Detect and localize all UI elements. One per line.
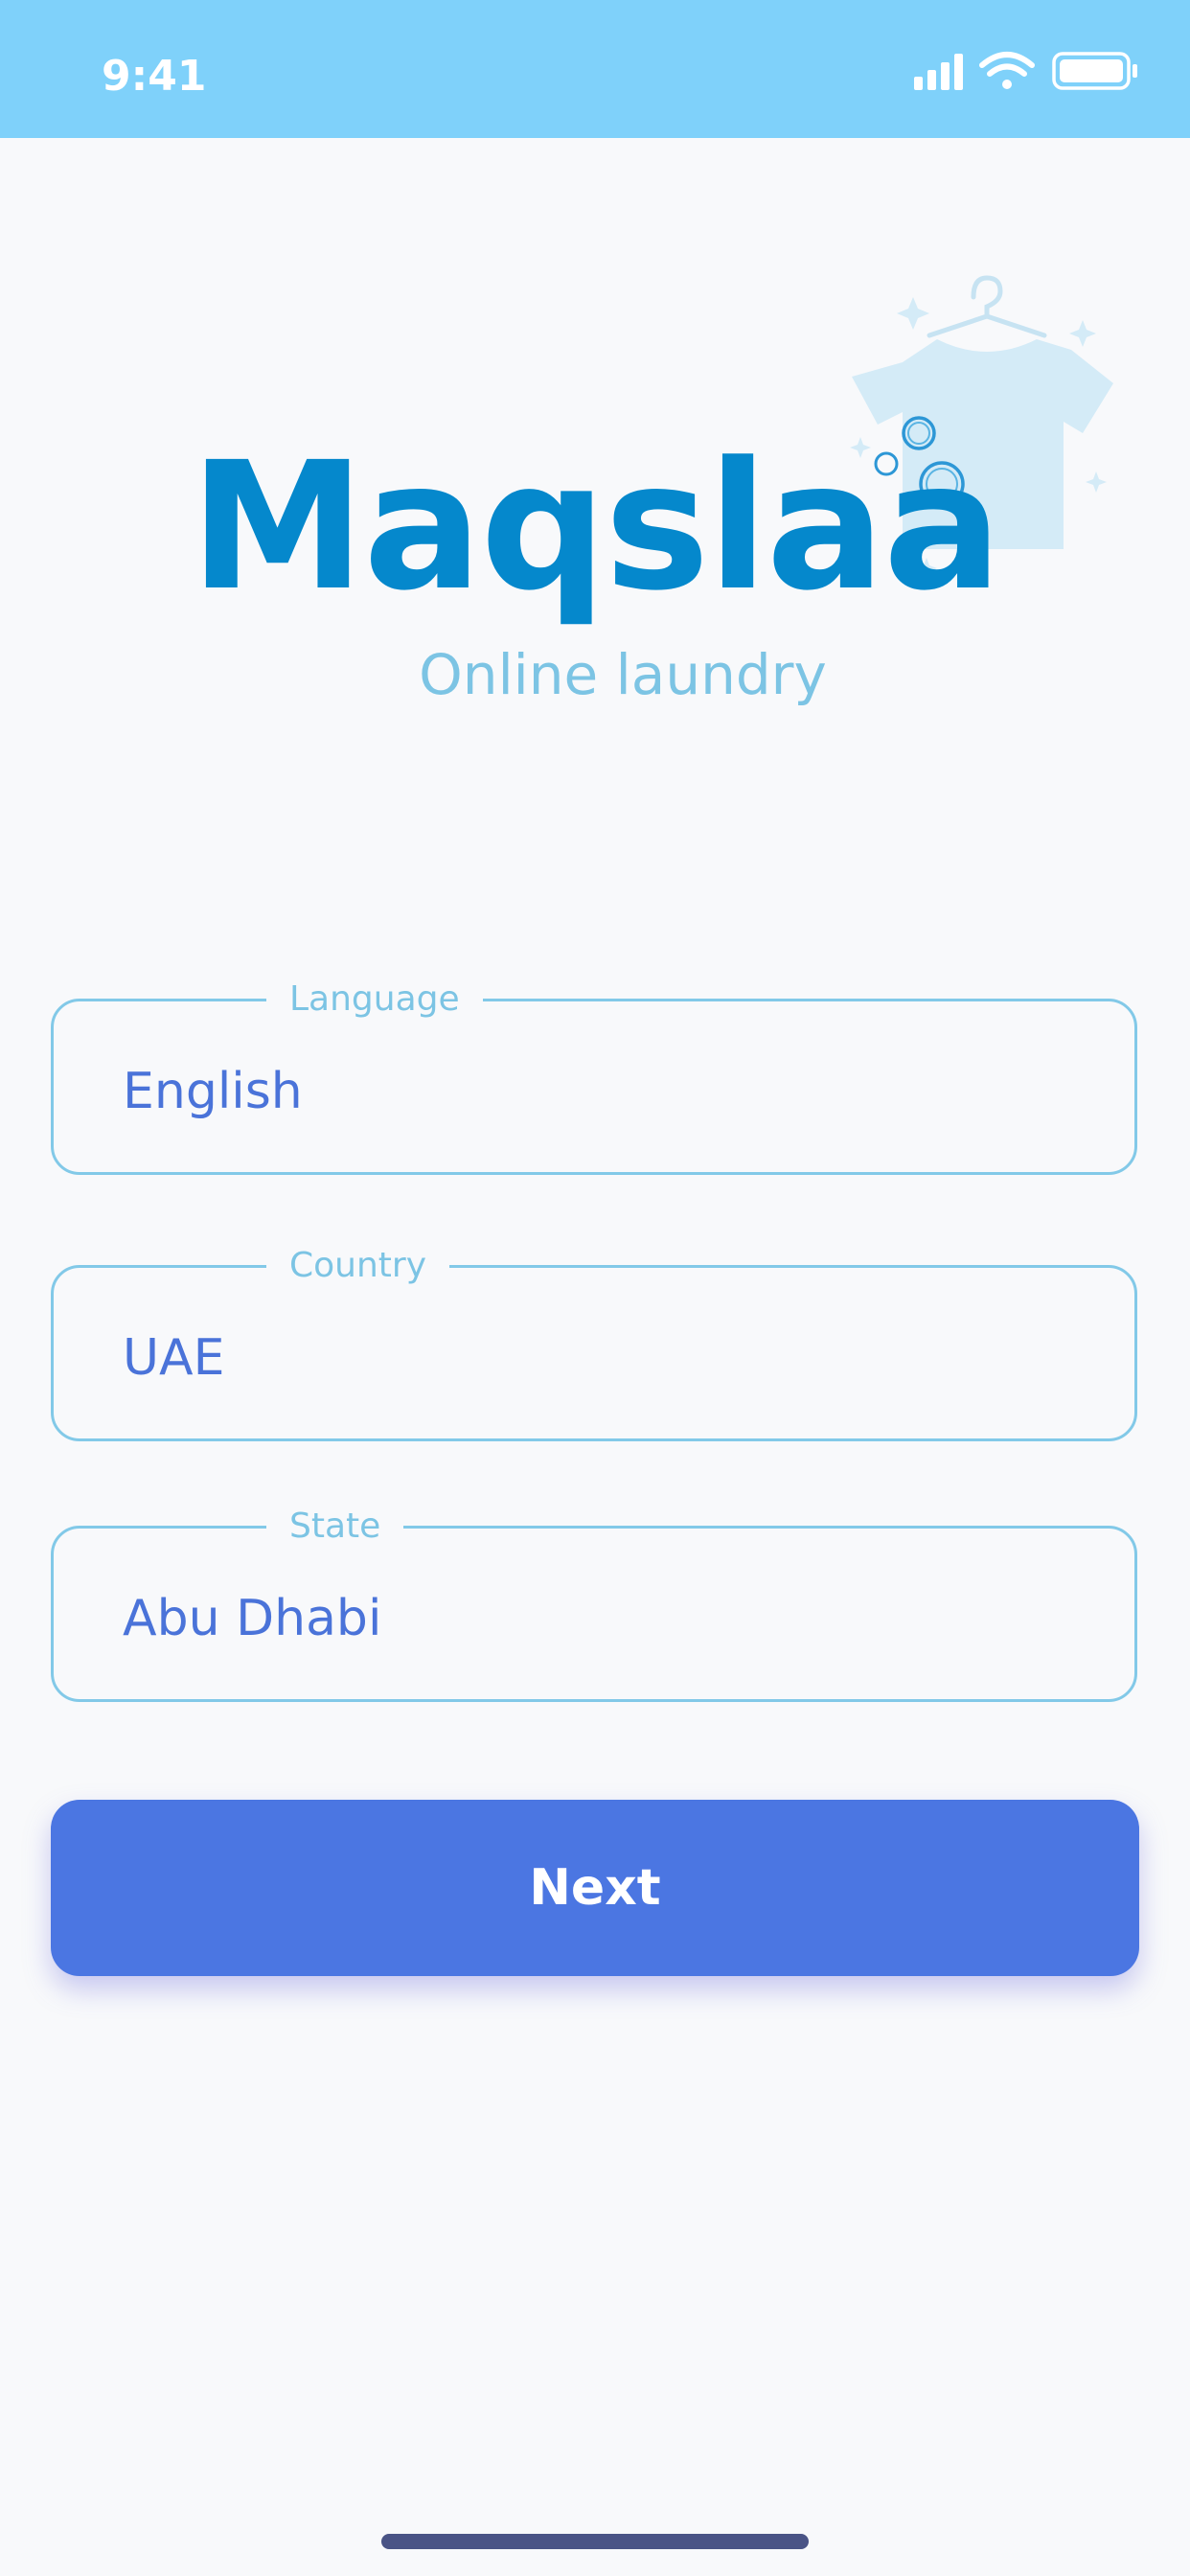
- state-label: State: [266, 1504, 404, 1550]
- country-label: Country: [266, 1243, 450, 1289]
- status-icons: [914, 50, 1144, 92]
- country-field[interactable]: Country UAE: [51, 1243, 1137, 1441]
- status-time: 9:41: [102, 52, 207, 101]
- state-field[interactable]: State Abu Dhabi: [51, 1504, 1137, 1702]
- brand-subtitle: Online laundry: [419, 642, 827, 707]
- brand-name: Maqslaa: [190, 425, 1002, 630]
- status-bar: 9:41: [0, 0, 1190, 138]
- country-value: UAE: [123, 1329, 225, 1387]
- language-value: English: [123, 1063, 303, 1120]
- language-field[interactable]: Language English: [51, 977, 1137, 1175]
- next-button[interactable]: Next: [51, 1800, 1139, 1976]
- home-indicator[interactable]: [381, 2534, 809, 2549]
- state-value: Abu Dhabi: [123, 1590, 382, 1647]
- language-label: Language: [266, 977, 483, 1023]
- wifi-icon: [979, 52, 1035, 89]
- signal-icon: [914, 54, 963, 90]
- battery-icon: [1052, 52, 1137, 90]
